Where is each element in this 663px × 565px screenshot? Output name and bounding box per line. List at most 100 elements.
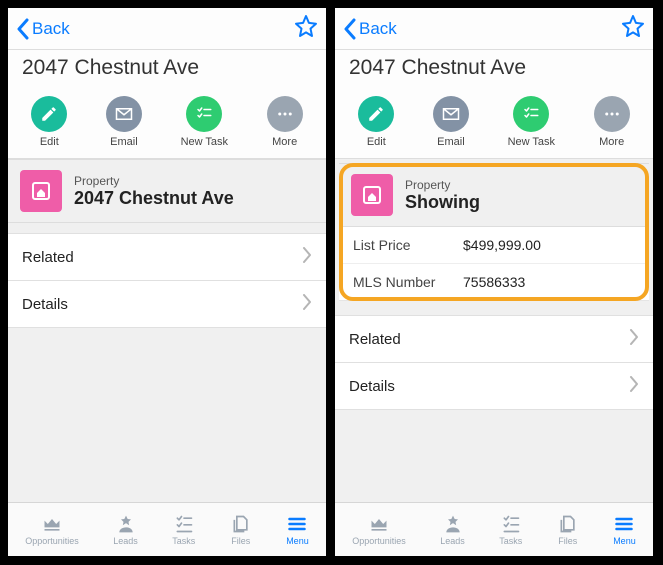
tab-label: Leads (113, 536, 138, 546)
chevron-right-icon (629, 376, 639, 396)
content-spacer (335, 410, 653, 502)
tab-leads[interactable]: Leads (440, 514, 465, 546)
related-item[interactable]: Related (335, 315, 653, 363)
related-item[interactable]: Related (8, 233, 326, 281)
more-action[interactable]: More (267, 96, 303, 148)
tab-label: Leads (440, 536, 465, 546)
pencil-icon (31, 96, 67, 132)
edit-label: Edit (367, 136, 386, 148)
tab-label: Opportunities (25, 536, 79, 546)
tab-label: Opportunities (352, 536, 406, 546)
listprice-value: $499,999.00 (463, 237, 541, 253)
property-card[interactable]: Property 2047 Chestnut Ave (8, 159, 326, 223)
email-action[interactable]: Email (433, 96, 469, 148)
newtask-action[interactable]: New Task (508, 96, 555, 148)
property-card-text: Property 2047 Chestnut Ave (74, 174, 234, 209)
page-title: 2047 Chestnut Ave (8, 50, 326, 90)
envelope-icon (106, 96, 142, 132)
email-label: Email (110, 136, 138, 148)
property-icon (351, 174, 393, 216)
property-icon (20, 170, 62, 212)
crown-icon (368, 514, 390, 534)
tasks-icon (173, 514, 195, 534)
tab-label: Menu (613, 536, 636, 546)
tab-label: Files (231, 536, 250, 546)
highlight-annotation: Property Showing List Price $499,999.00 … (339, 163, 649, 301)
phone-screen-left: Back 2047 Chestnut Ave Edit Email (7, 7, 327, 557)
listprice-row: List Price $499,999.00 (339, 227, 649, 263)
more-action[interactable]: More (594, 96, 630, 148)
more-label: More (272, 136, 297, 148)
tab-files[interactable]: Files (230, 514, 252, 546)
mls-value: 75586333 (463, 274, 525, 290)
navbar: Back (8, 8, 326, 50)
favorite-button[interactable] (294, 14, 318, 43)
person-star-icon (115, 514, 137, 534)
details-label: Details (22, 296, 68, 313)
listprice-label: List Price (353, 237, 463, 253)
chevron-right-icon (629, 329, 639, 349)
property-label: Property (74, 174, 234, 188)
chevron-right-icon (302, 247, 312, 267)
tab-opportunities[interactable]: Opportunities (25, 514, 79, 546)
tab-tasks[interactable]: Tasks (499, 514, 522, 546)
files-icon (230, 514, 252, 534)
person-star-icon (442, 514, 464, 534)
content-spacer (8, 328, 326, 502)
edit-action[interactable]: Edit (358, 96, 394, 148)
email-action[interactable]: Email (106, 96, 142, 148)
envelope-icon (433, 96, 469, 132)
favorite-button[interactable] (621, 14, 645, 43)
property-card-text: Property Showing (405, 178, 480, 213)
property-label: Property (405, 178, 480, 192)
tab-files[interactable]: Files (557, 514, 579, 546)
property-fields: List Price $499,999.00 MLS Number 755863… (339, 227, 649, 301)
chevron-left-icon (343, 18, 357, 40)
back-button[interactable]: Back (16, 18, 70, 40)
back-label: Back (32, 19, 70, 39)
details-item[interactable]: Details (335, 363, 653, 410)
mls-label: MLS Number (353, 274, 463, 290)
navbar: Back (335, 8, 653, 50)
newtask-label: New Task (181, 136, 228, 148)
menu-icon (286, 514, 308, 534)
details-label: Details (349, 378, 395, 395)
action-bar: Edit Email New Task More (335, 90, 653, 159)
more-label: More (599, 136, 624, 148)
page-title: 2047 Chestnut Ave (335, 50, 653, 90)
more-icon (594, 96, 630, 132)
chevron-right-icon (302, 294, 312, 314)
newtask-label: New Task (508, 136, 555, 148)
tab-label: Files (558, 536, 577, 546)
email-label: Email (437, 136, 465, 148)
tasks-icon (500, 514, 522, 534)
related-label: Related (349, 331, 401, 348)
tab-opportunities[interactable]: Opportunities (352, 514, 406, 546)
crown-icon (41, 514, 63, 534)
edit-label: Edit (40, 136, 59, 148)
tab-leads[interactable]: Leads (113, 514, 138, 546)
back-label: Back (359, 19, 397, 39)
star-icon (621, 14, 645, 38)
mls-row: MLS Number 75586333 (339, 263, 649, 300)
property-value: 2047 Chestnut Ave (74, 188, 234, 209)
phone-screen-right: Back 2047 Chestnut Ave Edit Email (334, 7, 654, 557)
menu-icon (613, 514, 635, 534)
tab-tasks[interactable]: Tasks (172, 514, 195, 546)
back-button[interactable]: Back (343, 18, 397, 40)
chevron-left-icon (16, 18, 30, 40)
tab-menu[interactable]: Menu (286, 514, 309, 546)
pencil-icon (358, 96, 394, 132)
property-card[interactable]: Property Showing (339, 163, 649, 227)
tab-label: Tasks (499, 536, 522, 546)
tab-menu[interactable]: Menu (613, 514, 636, 546)
edit-action[interactable]: Edit (31, 96, 67, 148)
related-label: Related (22, 249, 74, 266)
action-bar: Edit Email New Task More (8, 90, 326, 159)
tabbar: Opportunities Leads Tasks Files Menu (335, 502, 653, 556)
files-icon (557, 514, 579, 534)
checklist-icon (186, 96, 222, 132)
details-item[interactable]: Details (8, 281, 326, 328)
tabbar: Opportunities Leads Tasks Files Menu (8, 502, 326, 556)
newtask-action[interactable]: New Task (181, 96, 228, 148)
